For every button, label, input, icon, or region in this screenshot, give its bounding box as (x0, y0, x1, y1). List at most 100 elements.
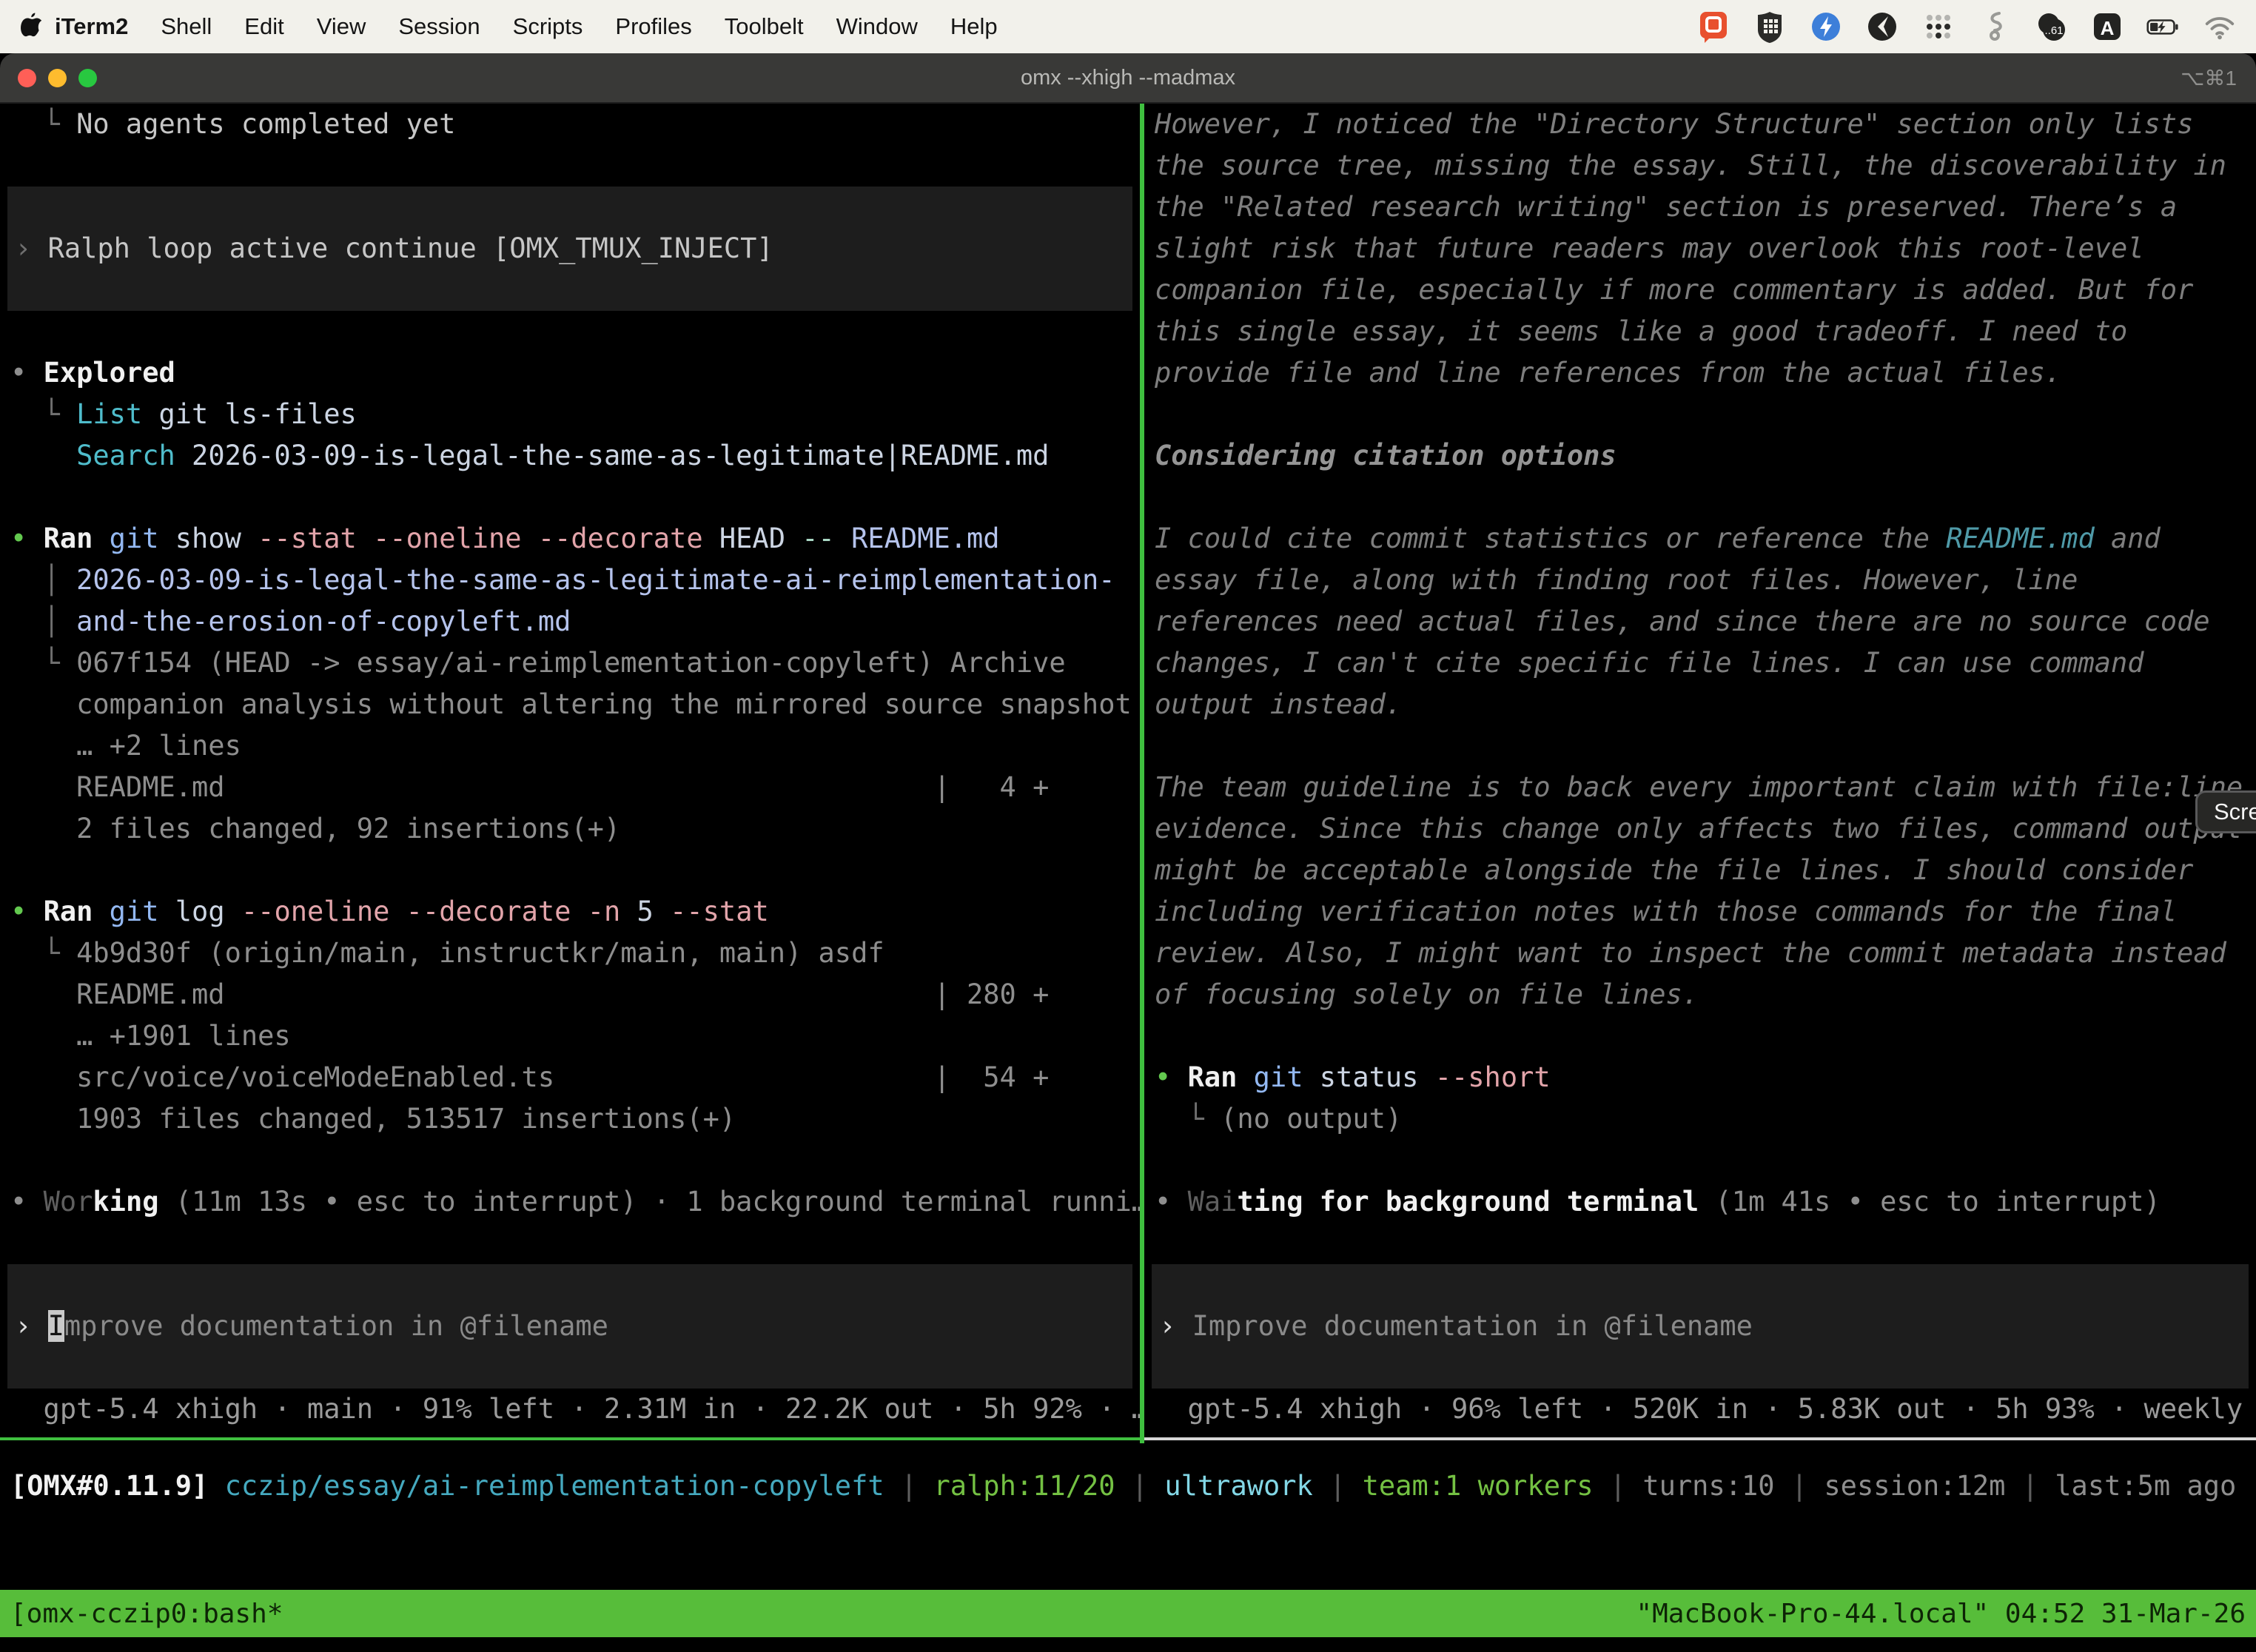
log-commit: └ 4b9d30f (origin/main, instructkr/main,… (10, 933, 1140, 974)
menu-item-profiles[interactable]: Profiles (615, 13, 691, 40)
menu-item-iterm2[interactable]: iTerm2 (55, 13, 128, 40)
squiggle-icon[interactable] (1978, 10, 2012, 44)
log-stat-summary: 1903 files changed, 513517 insertions(+) (10, 1098, 1140, 1140)
screen-share-label: Scre (2214, 799, 2256, 825)
blank-line (1155, 1015, 2256, 1057)
tmux-host-clock: "MacBook-Pro-44.local" 04:52 31-Mar-26 (1636, 1599, 2246, 1629)
blank-line (10, 311, 1140, 352)
keyboard-a-icon[interactable]: A (2090, 10, 2124, 44)
svg-text:..61: ..61 (2044, 24, 2063, 37)
blank-line (1155, 394, 2256, 435)
reasoning-p2: essay file, along with finding root file… (1155, 560, 2256, 601)
blank-line (10, 1140, 1140, 1181)
grid-shield-icon[interactable] (1753, 10, 1787, 44)
blank-line (10, 1223, 1140, 1264)
left-terminal-pane[interactable]: └ No agents completed yet › Ralph loop ac… (0, 104, 1140, 1440)
waiting-status-line: • Waiting for background terminal (1m 41… (1155, 1181, 2256, 1223)
dark-orb-icon[interactable] (1865, 10, 1899, 44)
reasoning-p2: output instead. (1155, 684, 2256, 725)
reasoning-p3: might be acceptable alongside the file l… (1155, 850, 2256, 891)
show-commit-2: companion analysis without altering the … (10, 684, 1140, 725)
reasoning-p1: However, I noticed the "Directory Struct… (1155, 104, 2256, 145)
terminal-panes: └ No agents completed yet › Ralph loop ac… (0, 104, 2256, 1443)
window-title: omx --xhigh --madmax (1021, 66, 1235, 90)
wifi-icon[interactable] (2203, 10, 2237, 44)
reasoning-p3: of focusing solely on file lines. (1155, 974, 2256, 1015)
minimize-button[interactable] (48, 69, 67, 87)
dots-grid-icon[interactable] (1921, 10, 1955, 44)
screenshot-icon[interactable] (1696, 10, 1730, 44)
explored-list: └ List git ls-files (10, 394, 1140, 435)
zoom-button[interactable] (78, 69, 97, 87)
agents-status-line: └ No agents completed yet (10, 104, 1140, 145)
blue-bolt-icon[interactable] (1809, 10, 1843, 44)
reasoning-p3: evidence. Since this change only affects… (1155, 808, 2256, 850)
reasoning-p2: changes, I can't cite specific file line… (1155, 642, 2256, 684)
ralph-loop-box: › Ralph loop active continue [OMX_TMUX_I… (7, 187, 1132, 311)
badge-61-icon[interactable]: ..61 (2034, 10, 2068, 44)
log-more-lines: … +1901 lines (10, 1015, 1140, 1057)
battery-icon[interactable] (2146, 10, 2181, 44)
show-more-lines: … +2 lines (10, 725, 1140, 767)
menu-item-view[interactable]: View (317, 13, 366, 40)
reasoning-p1: the source tree, missing the essay. Stil… (1155, 145, 2256, 187)
menu-bar: iTerm2 Shell Edit View Session Scripts Profile… (0, 0, 2256, 53)
ran-git-show: • Ran git show --stat --oneline --decora… (10, 518, 1140, 560)
menu-items: iTerm2 Shell Edit View Session Scripts Profile… (55, 13, 998, 40)
reasoning-p1: slight risk that future readers may over… (1155, 228, 2256, 269)
show-stat-summary: 2 files changed, 92 insertions(+) (10, 808, 1140, 850)
window-shortcut-badge: ⌥⌘1 (2181, 66, 2237, 90)
reasoning-p3: The team guideline is to back every impo… (1155, 767, 2256, 808)
blank-line (1155, 1223, 2256, 1264)
status-output: └ (no output) (1155, 1098, 2256, 1140)
show-filename-2: │ and-the-erosion-of-copyleft.md (10, 601, 1140, 642)
blank-line (10, 850, 1140, 891)
blank-line (1155, 477, 2256, 518)
log-stat-voice: src/voice/voiceModeEnabled.ts | 54 + (10, 1057, 1140, 1098)
ran-git-log: • Ran git log --oneline --decorate -n 5 … (10, 891, 1140, 933)
svg-text:A: A (2101, 17, 2115, 39)
session-status-line: gpt-5.4 xhigh · 96% left · 520K in · 5.8… (1155, 1389, 2256, 1430)
prompt-input-box[interactable]: › Improve documentation in @filename (7, 1264, 1132, 1389)
reasoning-p3: review. Also, I might want to inspect th… (1155, 933, 2256, 974)
tmux-session-label: [omx-cczip0:bash* (10, 1599, 283, 1629)
show-commit: └ 067f154 (HEAD -> essay/ai-reimplementa… (10, 642, 1140, 684)
close-button[interactable] (18, 69, 36, 87)
window-controls (18, 53, 97, 102)
reasoning-p2: I could cite commit statistics or refere… (1155, 518, 2256, 560)
screen-share-overlay[interactable]: Scre (2195, 790, 2256, 833)
reasoning-p1: companion file, especially if more comme… (1155, 269, 2256, 311)
menu-bar-status-icons: ..61 A (1696, 10, 2237, 44)
prompt-input-box-line: › Improve documentation in @filename (15, 1306, 1132, 1347)
blank-line (10, 477, 1140, 518)
explored-search: Search 2026-03-09-is-legal-the-same-as-l… (10, 435, 1140, 477)
menu-item-edit[interactable]: Edit (244, 13, 283, 40)
blank-line (10, 145, 1140, 187)
prompt-input-box[interactable]: › Improve documentation in @filename (1152, 1264, 2249, 1389)
menu-item-toolbelt[interactable]: Toolbelt (725, 13, 804, 40)
menu-item-window[interactable]: Window (836, 13, 918, 40)
working-status-line: • Working (11m 13s • esc to interrupt) ·… (10, 1181, 1140, 1223)
reasoning-p1: the "Related research writing" section i… (1155, 187, 2256, 228)
reasoning-p2: references need actual files, and since … (1155, 601, 2256, 642)
reasoning-heading: Considering citation options (1155, 435, 2256, 477)
apple-menu-icon[interactable] (19, 12, 44, 41)
session-status-line: gpt-5.4 xhigh · main · 91% left · 2.31M … (10, 1389, 1140, 1430)
show-filename-1: │ 2026-03-09-is-legal-the-same-as-legiti… (10, 560, 1140, 601)
ran-git-status: • Ran git status --short (1155, 1057, 2256, 1098)
window-title-bar: omx --xhigh --madmax ⌥⌘1 (0, 53, 2256, 104)
menu-item-scripts[interactable]: Scripts (513, 13, 583, 40)
omx-status-bar: [OMX#0.11.9] cczip/essay/ai-reimplementa… (0, 1465, 2256, 1507)
right-terminal-pane[interactable]: However, I noticed the "Directory Struct… (1144, 104, 2256, 1440)
prompt-input-box-line: › Improve documentation in @filename (1159, 1306, 2249, 1347)
menu-item-help[interactable]: Help (950, 13, 998, 40)
blank-line (1155, 725, 2256, 767)
reasoning-p1: provide file and line references from th… (1155, 352, 2256, 394)
reasoning-p1: this single essay, it seems like a good … (1155, 311, 2256, 352)
ralph-loop-box-line: › Ralph loop active continue [OMX_TMUX_I… (15, 228, 1132, 269)
show-stat-readme: README.md | 4 + (10, 767, 1140, 808)
explored-header: • Explored (10, 352, 1140, 394)
menu-item-session[interactable]: Session (398, 13, 480, 40)
menu-item-shell[interactable]: Shell (161, 13, 212, 40)
log-stat-readme: README.md | 280 + (10, 974, 1140, 1015)
